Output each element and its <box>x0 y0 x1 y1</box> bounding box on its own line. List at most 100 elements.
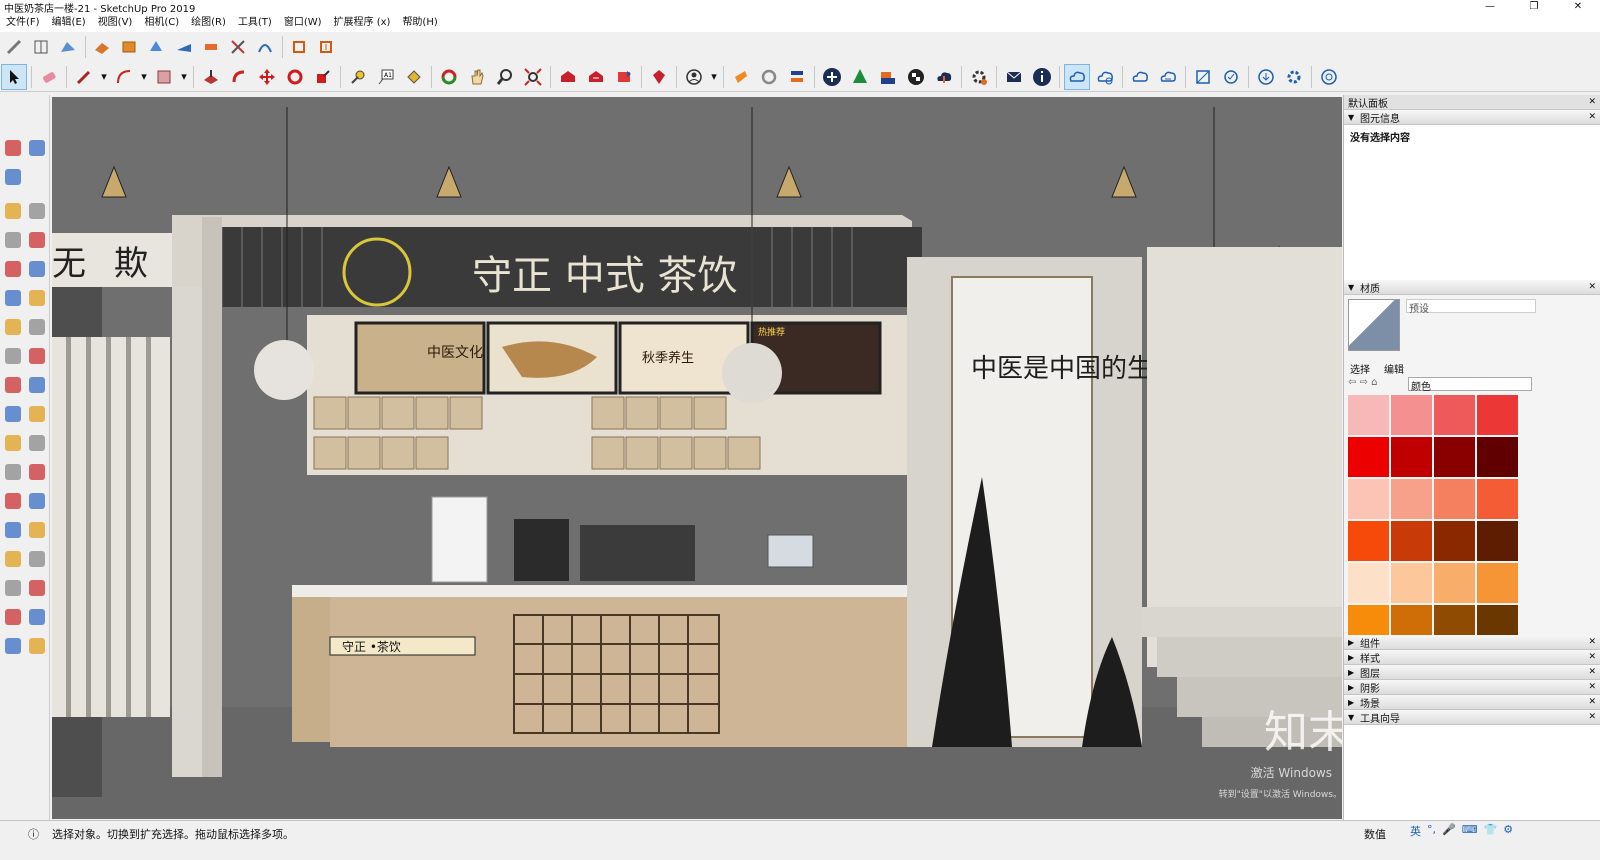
arc-tool-dropdown[interactable]: ▾ <box>139 64 149 90</box>
color-swatch[interactable] <box>1477 521 1518 561</box>
zoom-extents-button[interactable] <box>520 64 546 90</box>
walk-tool-button[interactable] <box>2 635 24 657</box>
material-name-field[interactable]: 预设 <box>1406 299 1536 315</box>
drawing-viewport[interactable]: 守正 中式 茶饮 无 欺 中医文化 秋季养生 热推荐 守正 •茶饮 中医是中国的… <box>52 97 1342 819</box>
instructor-header[interactable]: ▼ 工具向导 ✕ <box>1344 710 1600 725</box>
account-button[interactable] <box>681 64 707 90</box>
paint-bucket-button[interactable] <box>401 64 427 90</box>
mail-button[interactable] <box>1001 64 1027 90</box>
entity-info-header[interactable]: ▼ 图元信息 ✕ <box>1344 110 1600 125</box>
orbit-button[interactable] <box>436 64 462 90</box>
protractor-tool-button[interactable] <box>2 461 24 483</box>
share-component-button[interactable] <box>611 64 637 90</box>
warehouse-button[interactable] <box>555 64 581 90</box>
menu-view[interactable]: 视图(V) <box>92 14 139 32</box>
settings-gear-button[interactable] <box>966 64 992 90</box>
ime-mic-icon[interactable]: 🎤 <box>1442 823 1456 839</box>
eraser-tool-button[interactable] <box>2 166 24 188</box>
panel-header[interactable]: ▶ 场景 ✕ <box>1344 695 1600 710</box>
push-pull-button[interactable] <box>198 64 224 90</box>
chrome-plugin-button[interactable] <box>1316 64 1342 90</box>
cloud-sync-button[interactable] <box>1064 63 1090 90</box>
shape-tool-dropdown[interactable]: ▾ <box>179 64 189 90</box>
panel-header[interactable]: ▶ 图层 ✕ <box>1344 665 1600 680</box>
look-around-tool-button[interactable] <box>26 606 48 628</box>
two-point-arc-tool-button[interactable] <box>26 287 48 309</box>
previous-view-tool-button[interactable] <box>26 577 48 599</box>
rectangle-tool-button[interactable] <box>2 229 24 251</box>
eraser-button[interactable] <box>36 64 62 90</box>
plugin-a-button[interactable] <box>728 64 754 90</box>
rotate-tool-button[interactable] <box>2 374 24 396</box>
cloud-open-button[interactable] <box>1127 64 1153 90</box>
tape-measure-tool-button[interactable] <box>2 432 24 454</box>
close-button[interactable]: ✕ <box>1556 0 1600 14</box>
checker-plugin-button[interactable] <box>903 64 929 90</box>
account-dropdown[interactable]: ▾ <box>709 64 719 90</box>
materials-tab-edit[interactable]: 编辑 <box>1384 361 1404 376</box>
rotate-tool-button[interactable] <box>282 64 308 90</box>
info-circle-icon[interactable]: ⓘ <box>28 826 39 842</box>
tray-close-icon[interactable]: ✕ <box>1588 97 1596 107</box>
from-contours-button[interactable] <box>55 34 80 60</box>
flip-edge-button[interactable] <box>171 34 196 60</box>
section-plane-tool-button[interactable] <box>26 635 48 657</box>
ime-skin-icon[interactable]: 👕 <box>1484 823 1498 839</box>
line-tool-button[interactable] <box>2 200 24 222</box>
inner-frame-button[interactable] <box>314 34 339 60</box>
rectangle-tool-button[interactable] <box>151 64 177 90</box>
stairs-plugin-button[interactable] <box>875 64 901 90</box>
offset-tool-button[interactable] <box>26 403 48 425</box>
color-swatch[interactable] <box>1348 479 1389 519</box>
three-point-arc-tool-button[interactable] <box>2 316 24 338</box>
panel-header[interactable]: ▶ 样式 ✕ <box>1344 650 1600 665</box>
zoom-tool-button[interactable] <box>2 548 24 570</box>
color-swatch[interactable] <box>1391 395 1432 435</box>
freehand-tool-button[interactable] <box>26 200 48 222</box>
color-swatch[interactable] <box>1391 437 1432 477</box>
scale-tool-button[interactable] <box>310 64 336 90</box>
path-button[interactable] <box>253 34 278 60</box>
menu-camera[interactable]: 相机(C) <box>138 14 185 32</box>
follow-me-button[interactable] <box>226 64 252 90</box>
back-forward-icons[interactable]: ⇦ ⇨ ⌂ <box>1348 377 1377 388</box>
close-icon[interactable]: ✕ <box>1588 282 1596 292</box>
ime-settings-icon[interactable]: ⚙ <box>1503 823 1513 839</box>
materials-header[interactable]: ▼ 材质 ✕ <box>1344 280 1600 295</box>
download-button[interactable] <box>1253 64 1279 90</box>
menu-draw[interactable]: 绘图(R) <box>185 14 232 32</box>
close-icon[interactable]: ✕ <box>1588 637 1596 647</box>
drape-button[interactable] <box>117 34 142 60</box>
line-tool-dropdown[interactable]: ▾ <box>99 64 109 90</box>
scale-tool-button[interactable] <box>2 403 24 425</box>
3d-text-tool-button[interactable] <box>26 490 48 512</box>
select-tool-button[interactable] <box>2 137 24 159</box>
cloud-upload-button[interactable] <box>931 64 957 90</box>
arc-tool-button[interactable] <box>2 287 24 309</box>
panel-header[interactable]: ▶ 阴影 ✕ <box>1344 680 1600 695</box>
select-tool-button[interactable] <box>1 63 27 90</box>
color-swatch[interactable] <box>1391 563 1432 603</box>
zoom-button[interactable] <box>492 64 518 90</box>
axes-tool-button[interactable] <box>2 490 24 512</box>
minimize-button[interactable]: — <box>1468 0 1512 14</box>
refresh-button[interactable] <box>756 64 782 90</box>
text-tool-button[interactable] <box>26 461 48 483</box>
stamp-button[interactable] <box>89 34 114 60</box>
zoom-window-tool-button[interactable] <box>26 548 48 570</box>
tape-measure-button[interactable] <box>345 64 371 90</box>
plugin-b-button[interactable] <box>784 64 810 90</box>
ime-punct-icon[interactable]: °, <box>1427 823 1436 839</box>
color-swatch[interactable] <box>1348 521 1389 561</box>
tree-plugin-button[interactable] <box>847 64 873 90</box>
menu-window[interactable]: 窗口(W) <box>278 14 328 32</box>
dimension-tool-button[interactable] <box>26 432 48 454</box>
line-tool-button[interactable] <box>71 64 97 90</box>
menu-edit[interactable]: 编辑(E) <box>46 14 92 32</box>
maximize-button[interactable]: ❐ <box>1512 0 1556 14</box>
close-icon[interactable]: ✕ <box>1588 697 1596 707</box>
smoove-tool-button[interactable] <box>1 34 26 60</box>
menu-tools[interactable]: 工具(T) <box>232 14 278 32</box>
outer-frame-button[interactable] <box>287 34 312 60</box>
pan-tool-button[interactable] <box>26 519 48 541</box>
